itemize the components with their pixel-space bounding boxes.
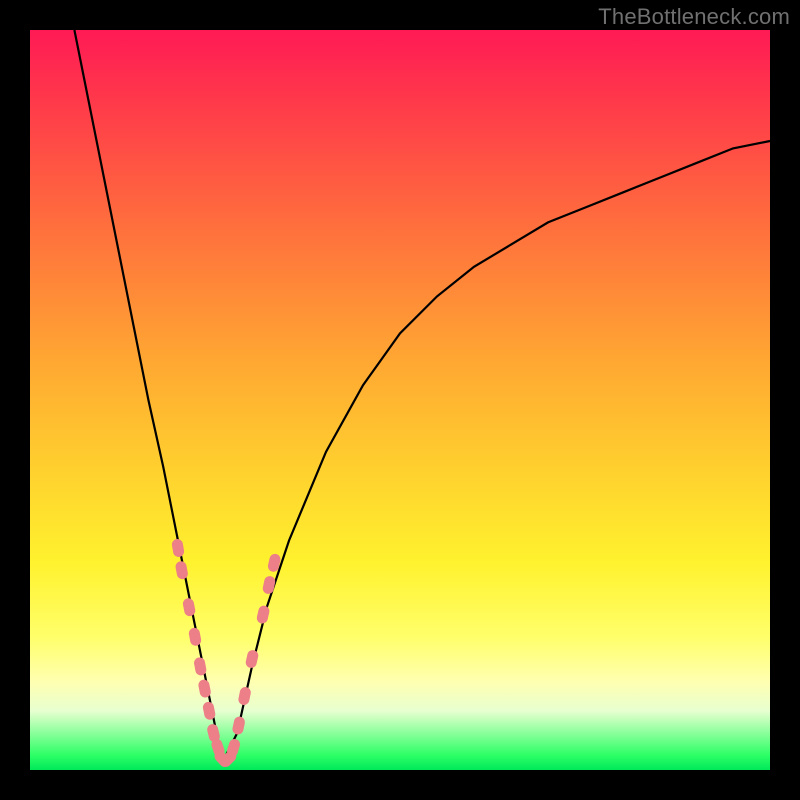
curve-marker xyxy=(237,686,251,706)
curve-marker xyxy=(256,605,271,625)
chart-svg xyxy=(30,30,770,770)
curve-marker xyxy=(171,538,185,558)
outer-frame: TheBottleneck.com xyxy=(0,0,800,800)
watermark-text: TheBottleneck.com xyxy=(598,4,790,30)
bottleneck-curve xyxy=(74,30,770,763)
curve-marker xyxy=(182,597,196,617)
marker-group xyxy=(171,538,282,769)
plot-area xyxy=(30,30,770,770)
curve-marker xyxy=(175,560,189,580)
curve-marker xyxy=(245,649,260,669)
curve-marker xyxy=(188,627,202,647)
curve-marker xyxy=(231,716,246,736)
curve-marker xyxy=(262,575,277,595)
